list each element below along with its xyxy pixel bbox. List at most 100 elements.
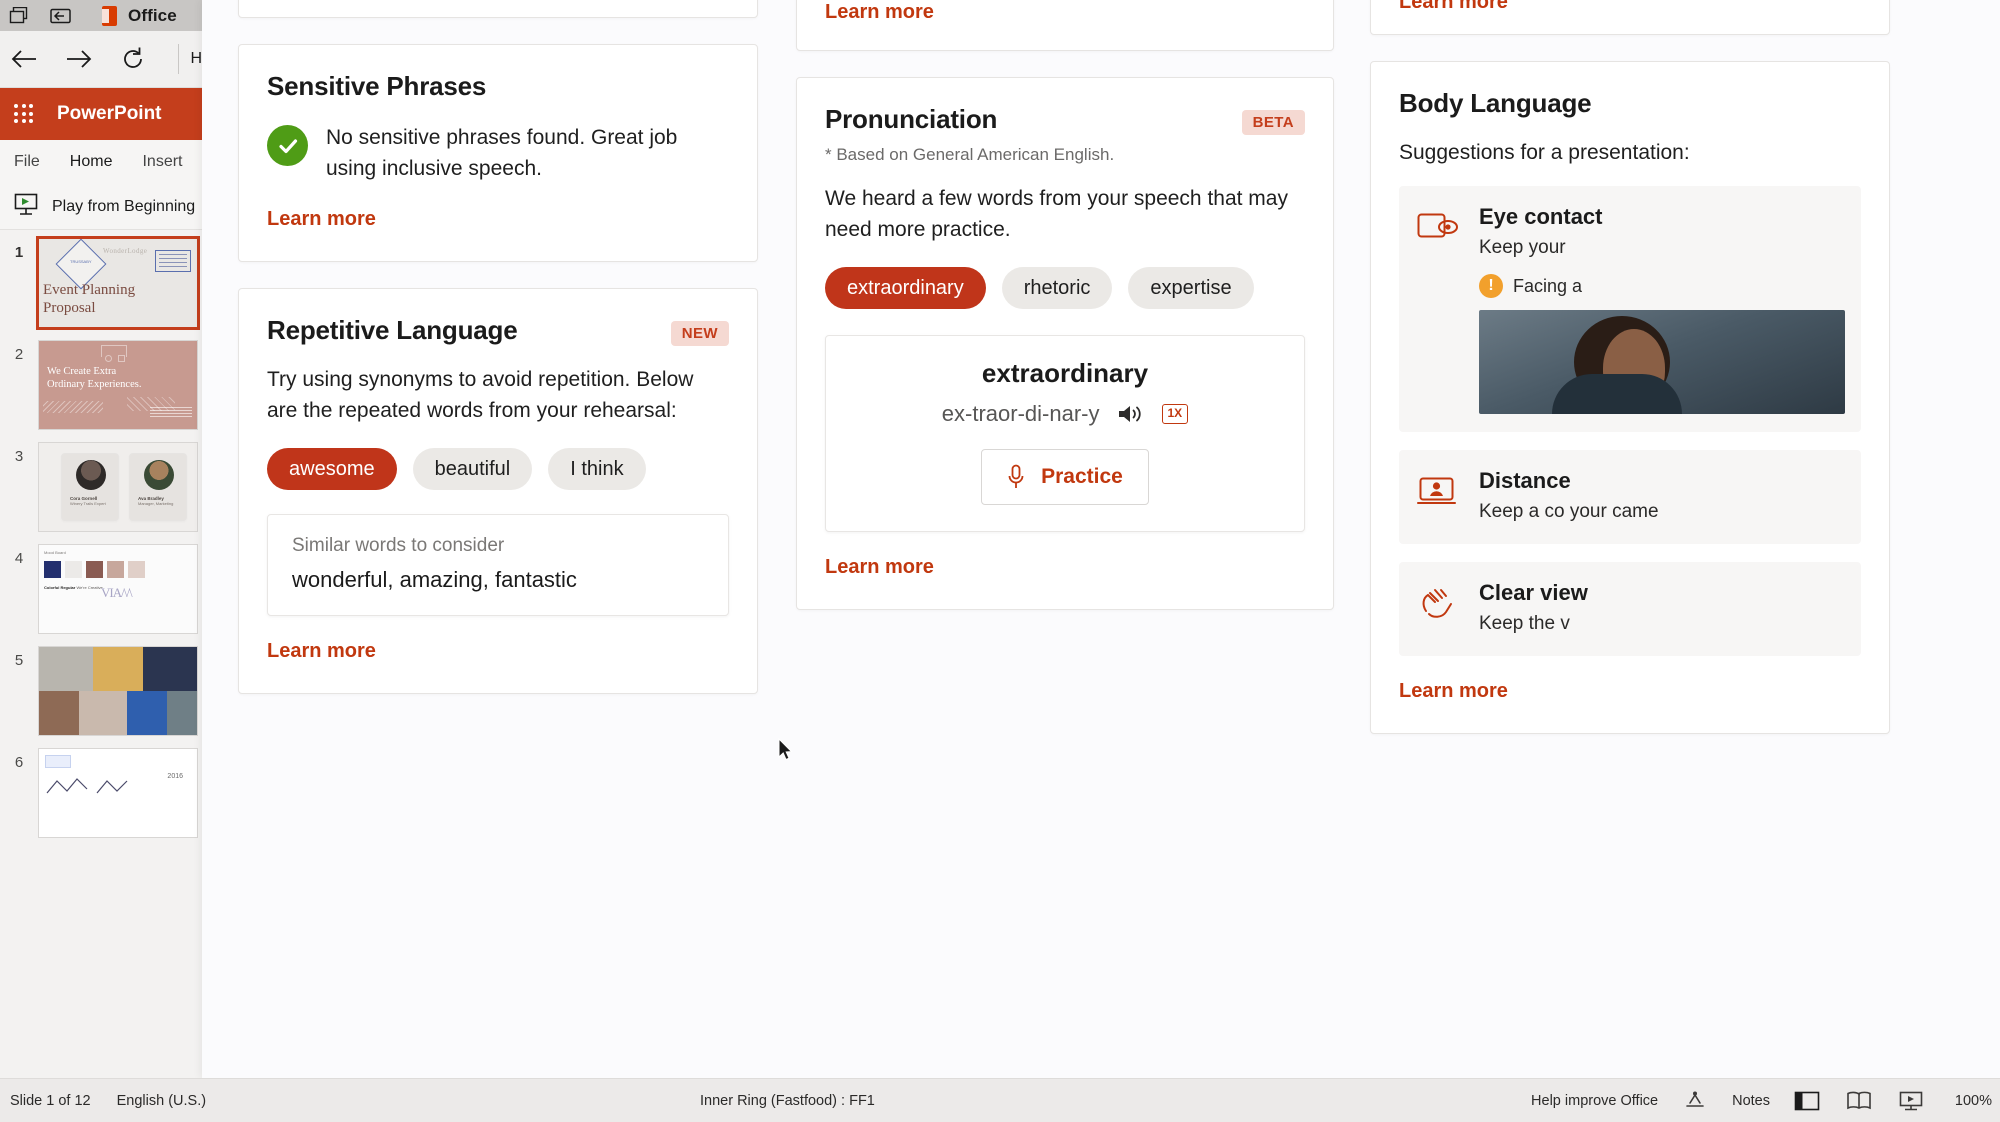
partial-card-top-left <box>238 0 758 18</box>
learn-more-link[interactable]: Learn more <box>825 1 934 24</box>
accessibility-icon[interactable] <box>1680 1088 1710 1114</box>
item-title: Eye contact <box>1479 204 1603 229</box>
reading-view-icon[interactable] <box>1844 1088 1874 1114</box>
thumbnail-row-2[interactable]: 2 We Create Extra Ordinary Experiences. <box>0 340 202 430</box>
learn-more-link[interactable]: Learn more <box>1399 680 1508 703</box>
thumbnail-row-1[interactable]: 1 TRUSSABY WonderLodge Event Planning Pr… <box>0 236 202 330</box>
app-chrome: Office H PowerPoint File Home Insert Pla… <box>0 0 202 1122</box>
slideshow-icon[interactable] <box>1896 1088 1926 1114</box>
office-label: Office <box>128 5 177 25</box>
repeated-words-list: awesome beautiful I think <box>267 448 729 490</box>
body-language-item-text: Distance Keep a co your came <box>1479 468 1845 526</box>
ribbon-tabs: File Home Insert <box>0 140 202 184</box>
tab-switcher-icon[interactable] <box>6 5 32 27</box>
card-title: Pronunciation <box>825 104 998 134</box>
word-pill-expertise[interactable]: expertise <box>1128 267 1254 309</box>
word-pill-i-think[interactable]: I think <box>548 448 646 490</box>
thumbnail-row-4[interactable]: 4 Mood Board Colorful Regular We're Crea… <box>0 544 202 634</box>
collapse-panel-icon[interactable] <box>48 5 74 27</box>
warning-text: Facing a <box>1513 275 1583 296</box>
learn-more-link[interactable]: Learn more <box>825 556 934 579</box>
pronunciation-detail-box: extraordinary ex-traor-di-nar-y 1X Pract… <box>825 335 1305 532</box>
tab-file[interactable]: File <box>14 153 40 171</box>
body-language-item-text: Eye contact Keep your ! Facing a <box>1479 204 1845 414</box>
slide-thumbnail-3[interactable]: Cora Gornell Winery Trails Expert Ava Br… <box>38 442 198 532</box>
decoration <box>43 401 103 413</box>
thumbnail-row-5[interactable]: 5 <box>0 646 202 736</box>
thumb-topline: Mood Board <box>44 550 66 555</box>
slide-thumbnail-2[interactable]: We Create Extra Ordinary Experiences. <box>38 340 198 430</box>
back-arrow-icon[interactable] <box>8 42 41 76</box>
thumbnail-row-3[interactable]: 3 Cora Gornell Winery Trails Expert Ava … <box>0 442 202 532</box>
person-card: Cora Gornell Winery Trails Expert <box>61 453 119 521</box>
partial-card-top-middle: Learn more <box>796 0 1334 51</box>
app-launcher-icon[interactable] <box>11 101 37 127</box>
pronunciation-note: * Based on General American English. <box>825 145 1115 164</box>
ribbon-play-from-beginning[interactable]: Play from Beginning <box>0 184 202 230</box>
body-language-body: Suggestions for a presentation: <box>1399 141 1690 164</box>
person-card: Ava Bradley Manager, Marketing <box>129 453 187 521</box>
thumb-header-text: WonderLodge <box>103 247 148 255</box>
body-language-item-distance: Distance Keep a co your came <box>1399 450 1861 544</box>
forward-arrow-icon[interactable] <box>63 42 96 76</box>
status-left: Slide 1 of 12 English (U.S.) <box>0 1093 206 1109</box>
help-improve-office-label[interactable]: Help improve Office <box>1531 1093 1658 1109</box>
photo-body <box>1552 374 1683 414</box>
photo-cell <box>93 647 143 691</box>
slide-thumbnail-1[interactable]: TRUSSABY WonderLodge Event Planning Prop… <box>36 236 200 330</box>
zoom-level[interactable]: 100% <box>1948 1093 1992 1109</box>
thumb-caption: Colorful Regular We're Creative <box>44 585 103 591</box>
slide-thumbnail-4[interactable]: Mood Board Colorful Regular We're Creati… <box>38 544 198 634</box>
normal-view-icon[interactable] <box>1792 1088 1822 1114</box>
playback-speed-badge[interactable]: 1X <box>1161 404 1189 424</box>
nav-bar: H <box>0 31 202 88</box>
present-screen-icon <box>12 191 40 222</box>
sensitive-phrases-card: Sensitive Phrases No sensitive phrases f… <box>238 44 758 262</box>
status-badge: BETA <box>1241 110 1305 135</box>
thumb-title-line2: Proposal <box>43 300 96 316</box>
repetitive-language-card: Repetitive Language NEW Try using synony… <box>238 288 758 694</box>
learn-more-link[interactable]: Learn more <box>267 208 376 231</box>
practice-button[interactable]: Practice <box>981 449 1149 505</box>
thumbnail-row-6[interactable]: 6 2016 <box>0 748 202 838</box>
person-name: Ava Bradley Manager, Marketing <box>138 496 173 506</box>
swatch <box>86 561 103 578</box>
notes-label[interactable]: Notes <box>1732 1093 1770 1109</box>
speaker-icon[interactable] <box>1116 401 1146 427</box>
decoration <box>118 355 125 362</box>
slide-thumbnail-pane[interactable]: 1 TRUSSABY WonderLodge Event Planning Pr… <box>0 230 202 1078</box>
thumb-caption-text: Colorful Regular <box>44 585 76 590</box>
word-pill-extraordinary[interactable]: extraordinary <box>825 267 986 309</box>
office-logo-icon <box>100 5 119 27</box>
pronunciation-card: Pronunciation * Based on General America… <box>796 77 1334 610</box>
item-desc: Keep a co your came <box>1479 501 1659 522</box>
avatar <box>144 460 174 490</box>
distance-icon <box>1415 468 1461 514</box>
tab-insert[interactable]: Insert <box>142 153 182 171</box>
thumb-line1: We Create Extra <box>47 366 117 377</box>
refresh-icon[interactable] <box>117 42 150 76</box>
word-pill-beautiful[interactable]: beautiful <box>412 448 533 490</box>
partial-card-top-right: Learn more <box>1370 0 1890 35</box>
learn-more-link[interactable]: Learn more <box>1399 0 1508 14</box>
card-header: Repetitive Language NEW <box>267 315 729 346</box>
photo-cell <box>79 691 127 735</box>
status-bar: Slide 1 of 12 English (U.S.) Inner Ring … <box>0 1078 2000 1122</box>
tab-home[interactable]: Home <box>70 153 113 171</box>
word-pill-awesome[interactable]: awesome <box>267 448 397 490</box>
thumb-title: Event Planning Proposal <box>43 281 135 317</box>
slide-counter[interactable]: Slide 1 of 12 <box>10 1093 91 1109</box>
slide-thumbnail-6[interactable]: 2016 <box>38 748 198 838</box>
slide-thumbnail-5[interactable] <box>38 646 198 736</box>
pronunciation-words-list: extraordinary rhetoric expertise <box>825 267 1305 309</box>
sparkline-chart <box>45 775 185 797</box>
learn-more-link[interactable]: Learn more <box>267 640 376 663</box>
slide-number: 3 <box>14 448 24 465</box>
pronunciation-body: We heard a few words from your speech th… <box>825 187 1288 241</box>
pronunciation-syllable-row: ex-traor-di-nar-y 1X <box>844 401 1286 427</box>
thumb-sub: We're Creative <box>76 585 103 590</box>
word-pill-rhetoric[interactable]: rhetoric <box>1001 267 1113 309</box>
language-indicator[interactable]: English (U.S.) <box>117 1093 206 1109</box>
avatar <box>76 460 106 490</box>
status-row: No sensitive phrases found. Great job us… <box>267 122 729 184</box>
